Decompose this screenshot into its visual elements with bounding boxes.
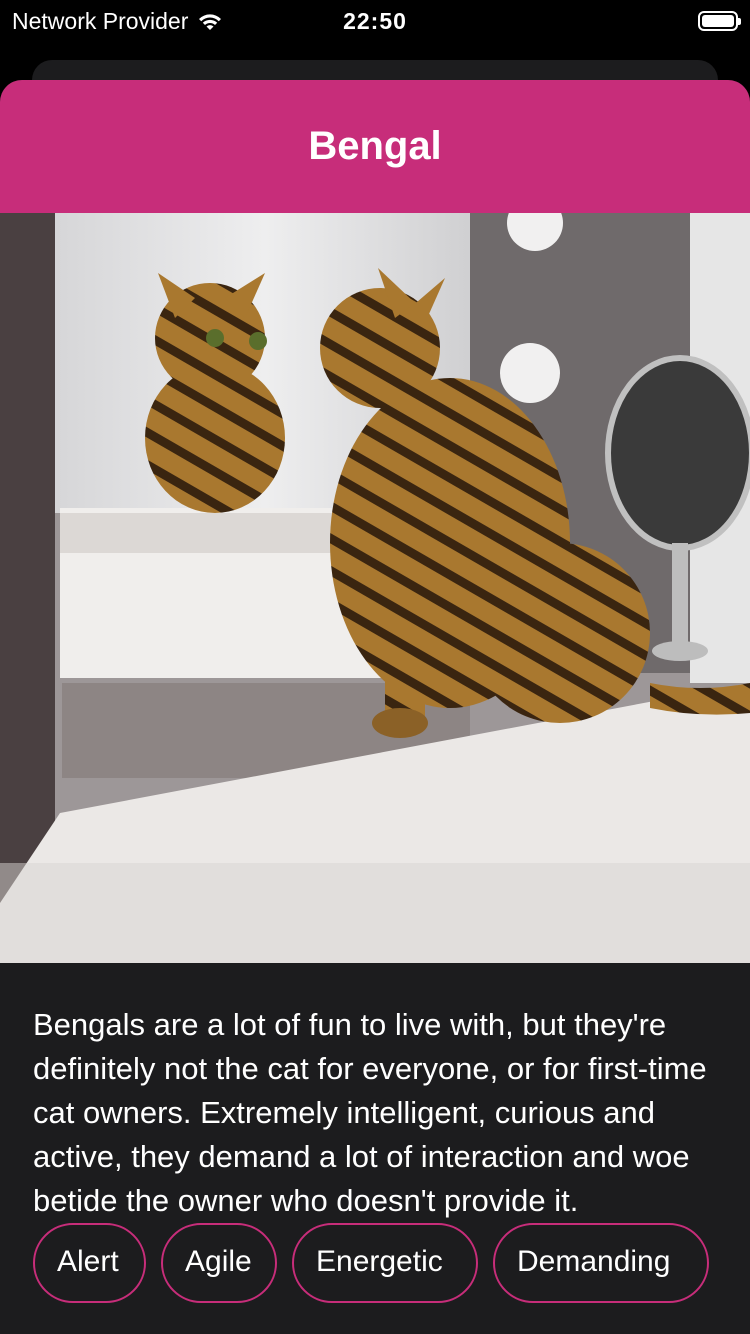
temperament-tags: Alert Agile Energetic Demanding [33,1223,709,1303]
tag-label: Energetic [316,1245,443,1278]
page-title: Bengal [308,124,442,168]
cat-photo [0,213,750,963]
tag-label: Demanding [517,1245,671,1278]
sheet-header: Bengal [0,80,750,213]
tag-alert[interactable]: Alert [33,1223,146,1303]
carrier-label: Network Provider [12,7,189,34]
tag-demanding[interactable]: Demanding [493,1223,709,1303]
status-time: 22:50 [343,7,407,34]
breed-detail-sheet[interactable]: Bengal Bengals are a lot of fun to live … [0,80,750,1334]
battery-full-icon [698,11,741,31]
tag-label: Alert [57,1245,119,1278]
tag-label: Agile [185,1245,252,1278]
breed-description: Bengals are a lot of fun to live with, b… [33,1007,707,1218]
tag-agile[interactable]: Agile [161,1223,277,1303]
wifi-icon [199,14,222,30]
status-left: Network Provider [12,8,224,35]
status-bar: Network Provider 22:50 [0,0,750,42]
tag-energetic[interactable]: Energetic [292,1223,478,1303]
